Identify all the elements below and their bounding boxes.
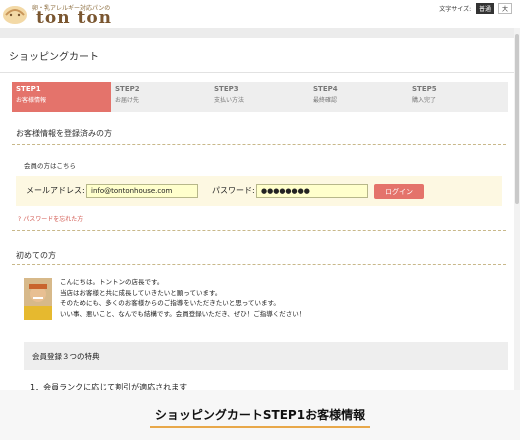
section-divider — [12, 264, 506, 265]
benefits-header: 会員登録３つの特典 — [24, 342, 508, 370]
step-3: STEP3 支払い方法 — [210, 82, 309, 112]
step-number: STEP3 — [214, 85, 239, 93]
divider — [0, 72, 514, 73]
text-size-standard-button[interactable]: 普通 — [476, 3, 495, 14]
member-label: 会員の方はこちら — [24, 162, 76, 170]
greeting-line: そのためにも、多くのお客様からのご指導をいただきたいと思っています。 — [60, 299, 280, 307]
step-number: STEP1 — [16, 85, 41, 93]
greeting-line: 当店はお客様と共に成長していきたいと願っています。 — [60, 288, 222, 297]
caption-text: ショッピングカートSTEP1お客様情報 — [154, 408, 366, 422]
step-label: 最終確認 — [313, 97, 338, 104]
first-time-section-title: 初めての方 — [16, 251, 56, 260]
forgot-password-link[interactable]: ? パスワードを忘れた方 — [18, 214, 83, 223]
scrollbar[interactable] — [514, 28, 520, 390]
text-size-label: 文字サイズ: — [439, 6, 472, 13]
password-label: パスワード: — [212, 186, 255, 195]
step-1: STEP1 お客様情報 — [12, 82, 111, 112]
step-number: STEP4 — [313, 85, 338, 93]
benefit-item: 1．会員ランクに応じて割引が適応されます — [30, 383, 188, 390]
step-2: STEP2 お届け先 — [111, 82, 210, 112]
step-label: お客様情報 — [16, 97, 47, 104]
text-size-large-button[interactable]: 大 — [497, 3, 512, 14]
section-divider — [12, 144, 506, 145]
content-frame: ショッピングカート STEP1 お客様情報 STEP2 お届け先 STEP3 支… — [0, 28, 514, 390]
shop-manager-photo — [24, 278, 52, 320]
scrollbar-thumb[interactable] — [515, 34, 519, 204]
registered-section-title: お客様情報を登録済みの方 — [16, 129, 112, 138]
greeting-line: こんにちは。トントンの店長です。 — [60, 278, 164, 286]
caption-bar: ショッピングカートSTEP1お客様情報 — [0, 390, 520, 440]
manager-greeting: こんにちは。トントンの店長です。 当店はお客様と共に成長していきたいと願っていま… — [60, 277, 305, 319]
step-indicator: STEP1 お客様情報 STEP2 お届け先 STEP3 支払い方法 STEP4… — [12, 82, 508, 112]
step-5: STEP5 購入完了 — [408, 82, 507, 112]
section-divider — [12, 230, 506, 231]
logo-name[interactable]: ton ton — [36, 8, 112, 28]
greeting-line: いい事、悪いこと、なんでも結構です。会員登録いただき、ぜひ！ご指導ください！ — [60, 309, 306, 318]
email-label: メールアドレス: — [26, 186, 85, 195]
page-title: ショッピングカート — [9, 52, 99, 63]
step-number: STEP2 — [115, 85, 140, 93]
login-form: メールアドレス: パスワード: ログイン — [16, 176, 502, 206]
site-header: 卵・乳アレルギー対応パンの ton ton 文字サイズ: 普通 大 — [0, 0, 520, 28]
step-4: STEP4 最終確認 — [309, 82, 408, 112]
text-size-control: 文字サイズ: 普通 大 — [439, 3, 512, 14]
login-button[interactable]: ログイン — [374, 184, 424, 199]
password-field[interactable] — [256, 184, 368, 198]
cart-page: ショッピングカート STEP1 お客様情報 STEP2 お届け先 STEP3 支… — [0, 38, 514, 390]
step-number: STEP5 — [412, 85, 437, 93]
step-label: 購入完了 — [412, 97, 437, 104]
logo-icon — [3, 6, 27, 24]
email-field[interactable] — [86, 184, 198, 198]
help-icon: ? — [18, 216, 22, 223]
caption-underline — [150, 426, 370, 428]
forgot-password-label: パスワードを忘れた方 — [23, 216, 84, 223]
step-label: お届け先 — [115, 97, 140, 104]
step-label: 支払い方法 — [214, 97, 245, 104]
benefits-title: 会員登録３つの特典 — [32, 352, 100, 361]
